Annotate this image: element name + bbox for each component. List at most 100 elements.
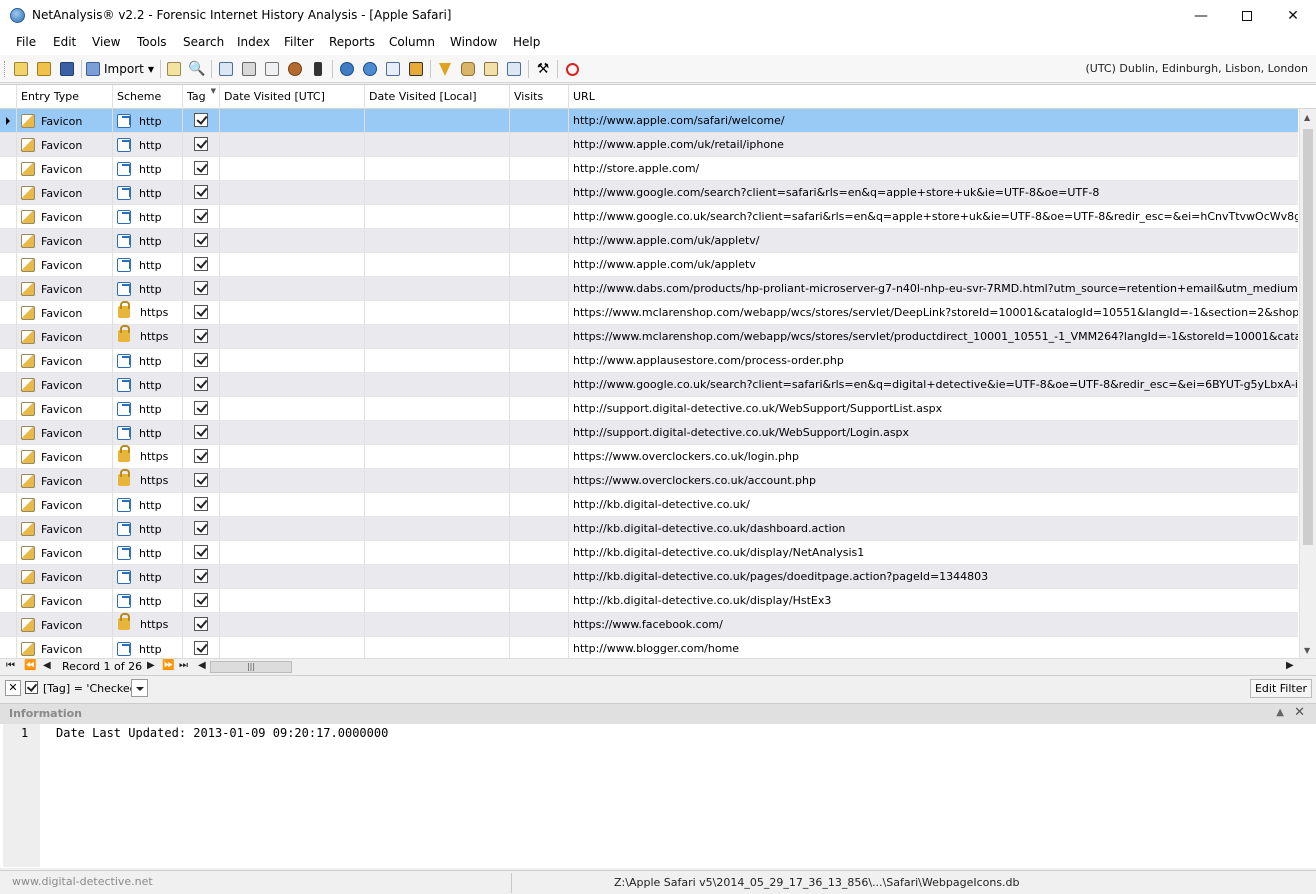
tag-checkbox[interactable] bbox=[194, 257, 208, 271]
filter-enabled-checkbox[interactable] bbox=[25, 681, 38, 694]
tag-checkbox[interactable] bbox=[194, 329, 208, 343]
table-row[interactable]: Favicon http http://www.apple.com/safari/w… bbox=[0, 109, 1298, 133]
tag-checkbox[interactable] bbox=[194, 233, 208, 247]
menu-index[interactable]: Index bbox=[237, 35, 270, 49]
menu-file[interactable]: File bbox=[16, 35, 36, 49]
row-selector[interactable] bbox=[0, 637, 17, 659]
row-selector[interactable] bbox=[0, 253, 17, 277]
menu-help[interactable]: Help bbox=[513, 35, 540, 49]
menu-view[interactable]: View bbox=[92, 35, 120, 49]
row-selector[interactable] bbox=[0, 613, 17, 637]
properties-button[interactable] bbox=[165, 60, 183, 78]
tag-checkbox[interactable] bbox=[194, 281, 208, 295]
column-header-scheme[interactable]: Scheme bbox=[113, 85, 183, 109]
table-row[interactable]: Favicon http http://www.google.com/search?… bbox=[0, 181, 1298, 205]
import-dropdown-button[interactable]: Import ▼ bbox=[86, 60, 154, 78]
menu-column[interactable]: Column bbox=[389, 35, 435, 49]
toolbar-grip[interactable] bbox=[4, 61, 7, 77]
horizontal-scroll-thumb[interactable]: ||| bbox=[210, 661, 292, 673]
column-header-entry-type[interactable]: Entry Type bbox=[17, 85, 113, 109]
row-selector[interactable] bbox=[0, 301, 17, 325]
tag-checkbox[interactable] bbox=[194, 497, 208, 511]
tag-checkbox[interactable] bbox=[194, 401, 208, 415]
pin-icon[interactable]: ▲ bbox=[1276, 707, 1284, 718]
tag-checkbox[interactable] bbox=[194, 545, 208, 559]
tag-checkbox[interactable] bbox=[194, 617, 208, 631]
table-row[interactable]: Favicon http http://kb.digital-detective.c… bbox=[0, 517, 1298, 541]
find-button[interactable]: 🔍 bbox=[188, 60, 206, 78]
bookmark-button[interactable] bbox=[309, 60, 327, 78]
tag-checkbox[interactable] bbox=[194, 569, 208, 583]
maximize-button[interactable] bbox=[1224, 0, 1270, 31]
table-row[interactable]: Favicon http http://www.apple.com/uk/retai… bbox=[0, 133, 1298, 157]
exit-button[interactable] bbox=[563, 60, 581, 78]
web-refresh-button[interactable] bbox=[338, 60, 356, 78]
row-selector[interactable] bbox=[0, 373, 17, 397]
table-row[interactable]: Favicon https https://www.mclarenshop.com/… bbox=[0, 325, 1298, 349]
table-row[interactable]: Favicon https https://www.mclarenshop.com/… bbox=[0, 301, 1298, 325]
table-row[interactable]: Favicon http http://www.dabs.com/products/… bbox=[0, 277, 1298, 301]
report-button[interactable] bbox=[263, 60, 281, 78]
table-row[interactable]: Favicon http http://www.google.co.uk/searc… bbox=[0, 373, 1298, 397]
row-selector[interactable] bbox=[0, 541, 17, 565]
filter-history-dropdown[interactable] bbox=[131, 679, 148, 697]
previous-page-icon[interactable]: ⏪ bbox=[24, 660, 36, 671]
tag-checkbox[interactable] bbox=[194, 521, 208, 535]
vertical-scroll-thumb[interactable] bbox=[1303, 129, 1313, 545]
edit-list-button[interactable] bbox=[482, 60, 500, 78]
row-selector[interactable] bbox=[0, 469, 17, 493]
tag-checkbox[interactable] bbox=[194, 473, 208, 487]
info-text-line[interactable]: Date Last Updated: 2013-01-09 09:20:17.0… bbox=[56, 726, 388, 740]
row-selector[interactable] bbox=[0, 109, 17, 133]
vertical-scrollbar[interactable]: ▲ ▼ bbox=[1299, 109, 1316, 659]
column-header-tag[interactable]: Tag ▼ bbox=[183, 85, 220, 109]
table-row[interactable]: Favicon http http://www.applausestore.com/… bbox=[0, 349, 1298, 373]
row-selector[interactable] bbox=[0, 493, 17, 517]
web-globe-button[interactable] bbox=[361, 60, 379, 78]
previous-record-icon[interactable]: ◀ bbox=[43, 660, 51, 671]
tag-checkbox[interactable] bbox=[194, 593, 208, 607]
table-row[interactable]: Favicon http http://support.digital-detect… bbox=[0, 397, 1298, 421]
table-row[interactable]: Favicon https https://www.facebook.com/ bbox=[0, 613, 1298, 637]
row-selector[interactable] bbox=[0, 325, 17, 349]
scroll-right-icon[interactable]: ▶ bbox=[1286, 660, 1294, 671]
last-page-icon[interactable]: ⏭ bbox=[179, 660, 188, 671]
tag-checkbox[interactable] bbox=[194, 137, 208, 151]
tag-checkbox[interactable] bbox=[194, 425, 208, 439]
scroll-down-icon[interactable]: ▼ bbox=[1304, 646, 1310, 655]
next-page-icon[interactable]: ⏩ bbox=[162, 660, 174, 671]
tag-checkbox[interactable] bbox=[194, 185, 208, 199]
next-record-icon[interactable]: ▶ bbox=[147, 660, 155, 671]
menu-search[interactable]: Search bbox=[183, 35, 224, 49]
row-selector[interactable] bbox=[0, 397, 17, 421]
tag-checkbox[interactable] bbox=[194, 113, 208, 127]
menu-window[interactable]: Window bbox=[450, 35, 497, 49]
minimize-button[interactable]: — bbox=[1178, 0, 1224, 31]
scroll-up-icon[interactable]: ▲ bbox=[1304, 113, 1310, 122]
table-row[interactable]: Favicon http http://www.apple.com/uk/apple… bbox=[0, 229, 1298, 253]
menu-filter[interactable]: Filter bbox=[284, 35, 314, 49]
row-selector[interactable] bbox=[0, 445, 17, 469]
table-row[interactable]: Favicon http http://kb.digital-detective.c… bbox=[0, 565, 1298, 589]
column-header-date-local[interactable]: Date Visited [Local] bbox=[365, 85, 510, 109]
row-selector[interactable] bbox=[0, 589, 17, 613]
database-button[interactable] bbox=[459, 60, 477, 78]
table-row[interactable]: Favicon http http://www.apple.com/uk/apple… bbox=[0, 253, 1298, 277]
filter-button[interactable] bbox=[436, 60, 454, 78]
tag-checkbox[interactable] bbox=[194, 377, 208, 391]
save-button[interactable] bbox=[58, 60, 76, 78]
table-row[interactable]: Favicon http http://kb.digital-detective.c… bbox=[0, 493, 1298, 517]
row-selector[interactable] bbox=[0, 517, 17, 541]
columns-button[interactable] bbox=[505, 60, 523, 78]
table-row[interactable]: Favicon http http://store.apple.com/ bbox=[0, 157, 1298, 181]
row-selector[interactable] bbox=[0, 565, 17, 589]
grid-view-button[interactable] bbox=[217, 60, 235, 78]
column-header-visits[interactable]: Visits bbox=[510, 85, 569, 109]
row-selector[interactable] bbox=[0, 181, 17, 205]
copy-button[interactable] bbox=[384, 60, 402, 78]
edit-filter-button[interactable]: Edit Filter bbox=[1249, 679, 1312, 698]
table-row[interactable]: Favicon http http://kb.digital-detective.c… bbox=[0, 541, 1298, 565]
table-row[interactable]: Favicon http http://www.google.co.uk/searc… bbox=[0, 205, 1298, 229]
row-selector[interactable] bbox=[0, 421, 17, 445]
cookie-button[interactable] bbox=[286, 60, 304, 78]
